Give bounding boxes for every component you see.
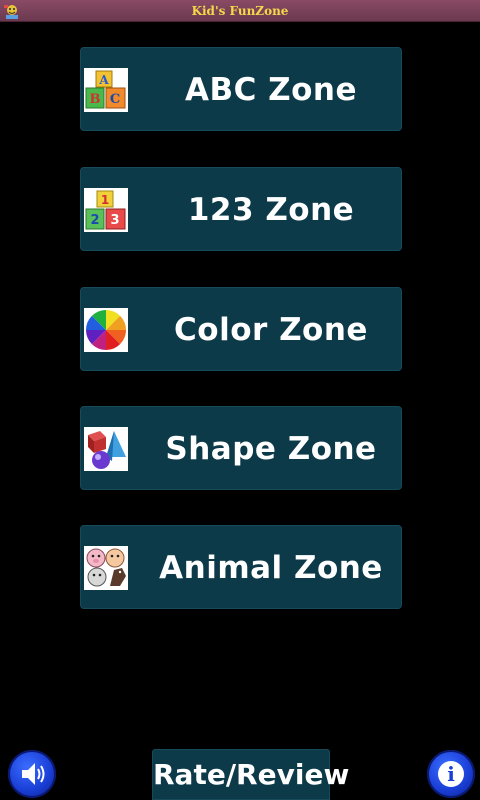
- svg-text:2: 2: [90, 213, 99, 228]
- info-button[interactable]: i: [427, 750, 475, 798]
- abc-blocks-icon: A B C: [84, 68, 128, 112]
- animals-icon: [84, 546, 128, 590]
- 123-zone-button[interactable]: 1 2 3 123 Zone: [80, 167, 402, 251]
- zone-label: 123 Zone: [187, 192, 355, 228]
- info-glyph: i: [447, 762, 455, 786]
- zone-label: ABC Zone: [184, 72, 358, 108]
- zone-label: Animal Zone: [159, 550, 383, 586]
- zone-label: Color Zone: [174, 312, 368, 348]
- shapes-icon: [84, 427, 128, 471]
- abc-zone-button[interactable]: A B C ABC Zone: [80, 47, 402, 131]
- svg-text:1: 1: [101, 193, 109, 207]
- svg-text:C: C: [110, 92, 120, 107]
- rate-review-button[interactable]: Rate/Review: [152, 749, 349, 800]
- info-icon: i: [438, 761, 464, 787]
- sound-button[interactable]: [8, 750, 56, 798]
- shape-zone-button[interactable]: Shape Zone: [80, 406, 402, 490]
- svg-text:3: 3: [110, 213, 119, 228]
- speaker-icon: [22, 763, 45, 785]
- animal-zone-button[interactable]: Animal Zone: [80, 525, 402, 609]
- title-bar: Kid's FunZone: [0, 0, 480, 22]
- color-zone-button[interactable]: Color Zone: [80, 287, 402, 371]
- zone-label: Shape Zone: [165, 431, 377, 467]
- number-blocks-icon: 1 2 3: [84, 188, 128, 232]
- app-title: Kid's FunZone: [191, 4, 289, 18]
- color-wheel-icon: [84, 308, 128, 352]
- svg-text:B: B: [90, 92, 101, 107]
- svg-text:A: A: [98, 73, 109, 87]
